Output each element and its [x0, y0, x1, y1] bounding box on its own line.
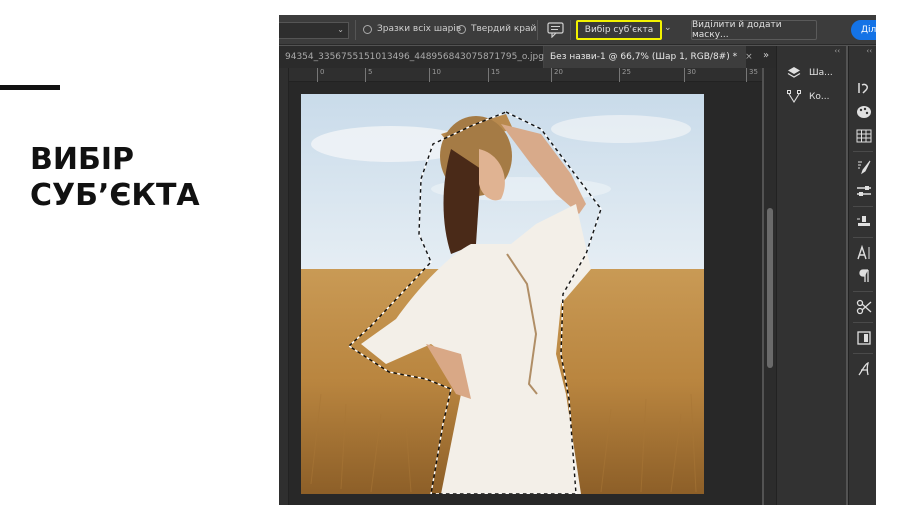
divider [853, 237, 873, 238]
checkbox-icon [363, 24, 372, 34]
paths-icon [787, 90, 801, 104]
panel-layers[interactable]: Ша... [787, 66, 833, 80]
share-button[interactable]: Діли [851, 20, 876, 40]
paragraph-icon[interactable] [856, 268, 872, 284]
slide-title-line-1: ВИБІР [30, 142, 134, 177]
photoshop-screenshot: ⌄ Зразки всіх шарів Твердий край Вибір с… [279, 15, 876, 505]
document-tab-bar: 94354_3356755151013496_44895684307587179… [279, 46, 779, 68]
wheat-field-photo[interactable] [301, 94, 704, 494]
tool-preset-dropdown[interactable]: ⌄ [279, 22, 349, 39]
speech-bubble-icon[interactable] [547, 22, 565, 38]
divider [853, 206, 873, 207]
chevron-down-icon: ⌄ [337, 25, 344, 34]
accent-bar [0, 85, 60, 90]
divider [853, 291, 873, 292]
adjustments-icon[interactable] [856, 299, 872, 315]
presentation-slide: ВИБІР СУБ’ЄКТА ⌄ Зразки всіх шарів Тверд… [0, 0, 900, 506]
divider [853, 353, 873, 354]
double-chevron-right-icon[interactable]: » [763, 50, 769, 61]
ruler-tick: 10 [429, 68, 441, 82]
collapse-panel-icon[interactable]: ‹‹ [866, 47, 872, 55]
ruler-tick: 5 [365, 68, 372, 82]
glyphs-icon[interactable] [856, 361, 872, 377]
slide-title-line-2: СУБ’ЄКТА [30, 178, 200, 213]
ruler-tick: 15 [488, 68, 500, 82]
character-icon[interactable] [856, 245, 872, 261]
panel-paths[interactable]: Ко... [787, 90, 829, 104]
panel-layers-label: Ша... [809, 68, 833, 78]
sample-all-layers-checkbox[interactable]: Зразки всіх шарів [363, 24, 461, 34]
scrollbar-thumb[interactable] [767, 208, 773, 368]
clone-source-icon[interactable] [856, 214, 872, 230]
panel-paths-label: Ко... [809, 92, 830, 102]
vertical-scrollbar[interactable] [764, 68, 776, 505]
hard-edge-label: Твердий край [471, 24, 537, 34]
divider [853, 322, 873, 323]
vertical-ruler [279, 68, 289, 505]
divider [570, 20, 571, 40]
color-palette-icon[interactable] [856, 104, 872, 120]
divider [853, 151, 873, 152]
options-bar: ⌄ Зразки всіх шарів Твердий край Вибір с… [279, 15, 876, 45]
checkbox-icon [457, 24, 466, 34]
horizontal-ruler: 0 5 10 15 20 25 30 35 [289, 68, 762, 82]
select-and-mask-button[interactable]: Виділити й додати маску... [691, 20, 817, 40]
slide-title: ВИБІР СУБ’ЄКТА [30, 142, 270, 214]
brush-settings-icon[interactable] [856, 159, 872, 175]
panel-icon-strip: ‹‹ [848, 46, 876, 505]
divider [355, 20, 356, 40]
ruler-tick: 0 [317, 68, 324, 82]
layers-icon [787, 67, 801, 78]
sample-all-layers-label: Зразки всіх шарів [377, 24, 462, 34]
ruler-tick: 30 [684, 68, 696, 82]
document-canvas[interactable] [289, 82, 762, 505]
tab-label: Без назви-1 @ 66,7% (Шар 1, RGB/8#) * [550, 52, 738, 62]
chevron-down-icon[interactable]: ⌄ [664, 23, 672, 33]
select-subject-button[interactable]: Вибір суб’єкта [576, 20, 662, 40]
history-icon[interactable] [856, 80, 872, 96]
tool-presets-icon[interactable] [856, 183, 872, 199]
collapse-panel-icon[interactable]: ‹‹ [834, 47, 840, 55]
close-icon[interactable]: × [745, 52, 753, 62]
tab-jpg-document[interactable]: 94354_3356755151013496_44895684307587179… [279, 46, 544, 68]
ruler-tick: 25 [619, 68, 631, 82]
swatches-grid-icon[interactable] [856, 128, 872, 144]
hard-edge-checkbox[interactable]: Твердий край [457, 24, 536, 34]
collapsed-panels: ‹‹ Ша... Ко... [776, 46, 846, 505]
divider [537, 20, 538, 40]
ruler-tick: 20 [551, 68, 563, 82]
tab-label: 94354_3356755151013496_44895684307587179… [285, 52, 544, 62]
properties-icon[interactable] [856, 330, 872, 346]
tab-untitled-document[interactable]: Без назви-1 @ 66,7% (Шар 1, RGB/8#) * × [544, 46, 753, 68]
ruler-tick: 35 [746, 68, 758, 82]
